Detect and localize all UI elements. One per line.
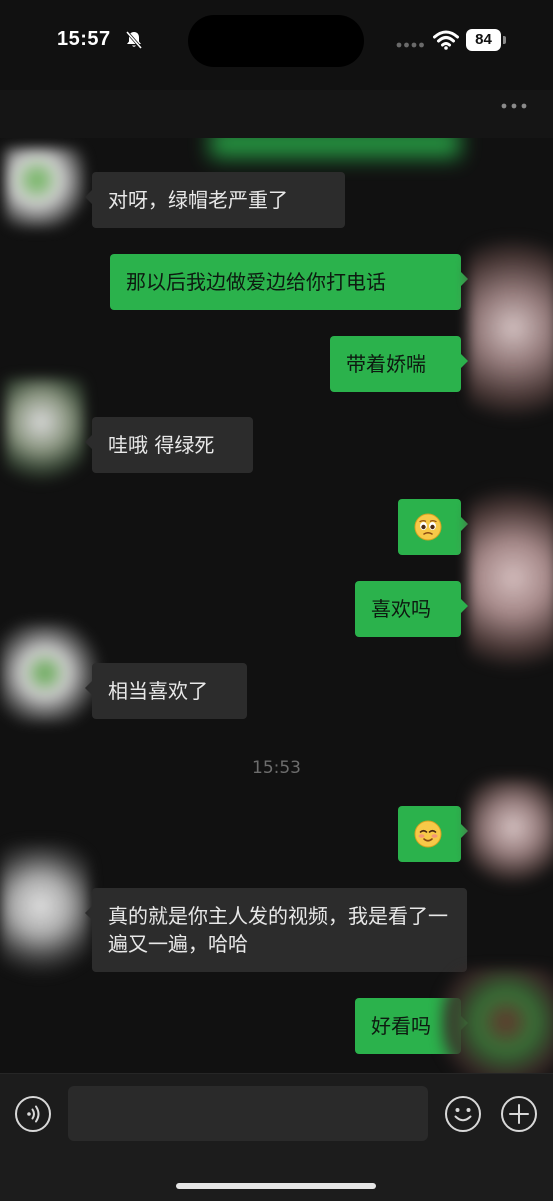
- message-bubble-outgoing[interactable]: 喜欢吗: [355, 581, 468, 637]
- message-bubble-outgoing[interactable]: [398, 806, 468, 862]
- contact-avatar[interactable]: [0, 623, 100, 723]
- timestamp-divider: 15:53: [252, 758, 301, 778]
- status-bar: 15:57 84: [0, 0, 553, 90]
- add-icon[interactable]: [500, 1095, 538, 1133]
- redacted-region: [210, 138, 460, 158]
- message-bubble-incoming[interactable]: 真的就是你主人发的视频，我是看了一遍又一遍，哈哈: [85, 888, 467, 972]
- contact-avatar[interactable]: [5, 378, 85, 488]
- pleading-face-emoji: [414, 513, 442, 541]
- input-bar: [0, 1073, 553, 1201]
- blushing-face-emoji: [414, 820, 442, 848]
- voice-icon[interactable]: [14, 1095, 52, 1133]
- message-input[interactable]: [68, 1086, 428, 1141]
- chat-message-list[interactable]: 对呀，绿帽老严重了 那以后我边做爱边给你打电话 带着娇喘 哇哦 得绿死 喜欢吗 …: [0, 138, 553, 1073]
- message-bubble-incoming[interactable]: 哇哦 得绿死: [85, 417, 253, 473]
- message-bubble-outgoing[interactable]: [398, 499, 468, 555]
- own-avatar[interactable]: [468, 488, 553, 688]
- more-icon[interactable]: [500, 102, 530, 110]
- own-avatar[interactable]: [468, 778, 553, 888]
- emoji-icon[interactable]: [444, 1095, 482, 1133]
- contact-avatar[interactable]: [0, 843, 90, 983]
- bell-slash-icon: [125, 31, 143, 49]
- own-avatar[interactable]: [440, 968, 553, 1073]
- message-bubble-incoming[interactable]: 对呀，绿帽老严重了: [85, 172, 345, 228]
- own-avatar[interactable]: [468, 238, 553, 438]
- battery-icon: 84: [466, 29, 508, 51]
- message-bubble-outgoing[interactable]: 带着娇喘: [330, 336, 468, 392]
- message-text: 喜欢吗: [371, 597, 431, 621]
- message-bubble-incoming[interactable]: 相当喜欢了: [85, 663, 247, 719]
- message-text: 那以后我边做爱边给你打电话: [126, 270, 386, 294]
- dynamic-island: [188, 15, 364, 67]
- message-text: 带着娇喘: [346, 352, 426, 376]
- contact-avatar[interactable]: [5, 148, 85, 228]
- message-text: 哇哦 得绿死: [108, 433, 215, 457]
- status-time: 15:57: [57, 28, 111, 50]
- message-text: 对呀，绿帽老严重了: [108, 188, 288, 212]
- message-text: 好看吗: [371, 1014, 431, 1038]
- wifi-icon: [433, 30, 459, 50]
- message-text: 真的就是你主人发的视频，我是看了一遍又一遍，哈哈: [108, 904, 448, 956]
- battery-level: 84: [475, 31, 492, 48]
- message-bubble-outgoing[interactable]: 那以后我边做爱边给你打电话: [110, 254, 468, 310]
- message-text: 相当喜欢了: [108, 679, 208, 703]
- home-indicator: [176, 1183, 376, 1189]
- chat-header: [0, 90, 553, 139]
- cellular-icon: [396, 42, 424, 48]
